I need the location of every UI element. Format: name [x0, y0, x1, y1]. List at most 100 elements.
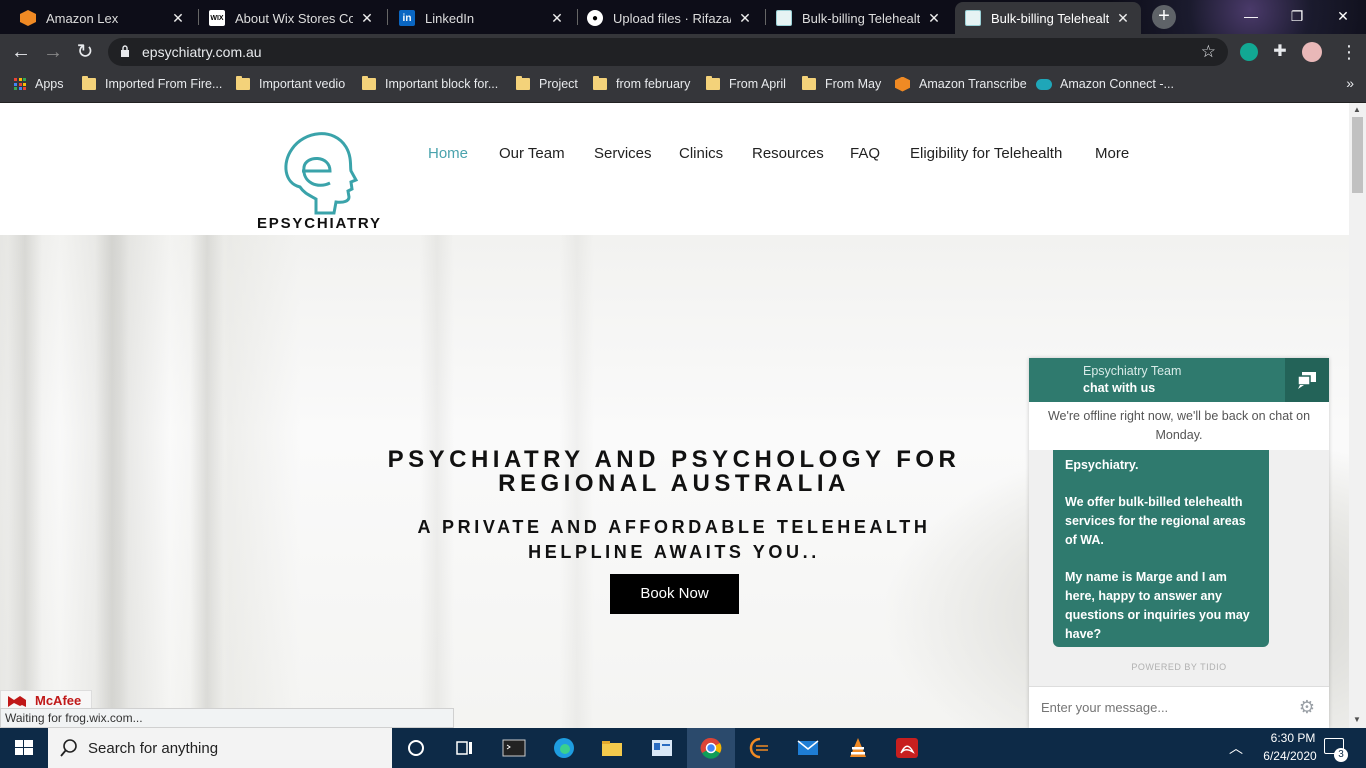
windows-taskbar: Search for anything ︿ 6:30 PM 6/24/2020 …: [0, 728, 1366, 768]
chevron-up-icon[interactable]: ︿: [1229, 738, 1243, 758]
tab-amazon-lex[interactable]: Amazon Lex ✕: [10, 2, 196, 34]
reload-button[interactable]: ↻: [72, 39, 98, 65]
nav-more[interactable]: More: [1095, 145, 1129, 162]
site-icon: [776, 10, 792, 26]
nav-home[interactable]: Home: [428, 145, 468, 162]
file-explorer-icon[interactable]: [600, 736, 624, 760]
extensions-puzzle-icon[interactable]: ✚: [1271, 43, 1289, 61]
close-icon[interactable]: ✕: [1115, 10, 1131, 27]
extension-m-icon[interactable]: [1240, 43, 1258, 61]
scroll-up-icon[interactable]: ▲: [1353, 105, 1361, 114]
nav-clinics[interactable]: Clinics: [679, 145, 723, 162]
start-button[interactable]: [0, 728, 48, 768]
nav-faq[interactable]: FAQ: [850, 145, 880, 162]
forward-button[interactable]: →: [40, 39, 66, 65]
bookmark-folder[interactable]: From May: [802, 70, 881, 98]
bookmark-folder[interactable]: From April: [706, 70, 786, 98]
address-bar[interactable]: epsychiatry.com.au ☆: [108, 38, 1228, 66]
chat-message-line: We offer bulk-billed telehealth services…: [1065, 495, 1246, 547]
curtain-fold: [8, 235, 42, 728]
cloud-icon: [1036, 78, 1052, 90]
bookmark-label: Important vedio: [259, 77, 346, 91]
linkedin-icon: in: [399, 10, 415, 26]
mcafee-shield-icon: [8, 696, 26, 707]
bookmark-label: Amazon Connect -...: [1060, 77, 1174, 91]
cortana-icon[interactable]: [404, 736, 428, 760]
bookmark-folder[interactable]: from february: [593, 70, 690, 98]
clock-date[interactable]: 6/24/2020: [1254, 749, 1326, 763]
mail-icon[interactable]: [796, 736, 820, 760]
gear-icon[interactable]: ⚙: [1299, 697, 1315, 718]
page-scrollbar[interactable]: ▲ ▼: [1349, 103, 1366, 728]
close-icon[interactable]: ✕: [926, 10, 942, 27]
more-bookmarks-icon[interactable]: »: [1346, 75, 1354, 91]
curtain-fold: [190, 235, 224, 728]
close-icon[interactable]: ✕: [549, 10, 565, 27]
bookmark-apps[interactable]: Apps: [14, 70, 64, 98]
folder-icon: [82, 76, 96, 90]
hero-subtitle-line: HELPLINE AWAITS YOU..: [528, 542, 820, 562]
search-icon: [60, 739, 77, 757]
chrome-icon[interactable]: [699, 736, 723, 760]
nav-resources[interactable]: Resources: [752, 145, 824, 162]
bookmark-amazon-transcribe[interactable]: Amazon Transcribe: [895, 70, 1027, 98]
nav-eligibility[interactable]: Eligibility for Telehealth: [910, 145, 1062, 162]
hero-title-line: PSYCHIATRY AND PSYCHOLOGY FOR: [387, 446, 961, 473]
close-window-button[interactable]: ✕: [1320, 0, 1366, 32]
tab-label: Bulk-billing Telehealth: [802, 10, 920, 26]
minimize-button[interactable]: —: [1228, 0, 1274, 32]
bookmark-folder[interactable]: Important block for...: [362, 70, 498, 98]
bookmark-star-icon[interactable]: ☆: [1201, 42, 1216, 62]
chat-message-input[interactable]: [1041, 695, 1281, 719]
bookmark-folder[interactable]: Project: [516, 70, 578, 98]
bookmark-label: From May: [825, 77, 882, 91]
github-icon: ●: [587, 10, 603, 26]
nav-services[interactable]: Services: [594, 145, 652, 162]
logo-text[interactable]: EPSYCHIATRY: [257, 215, 382, 232]
tab-label: About Wix Stores Coup: [235, 10, 353, 26]
bookmark-amazon-connect[interactable]: Amazon Connect -...: [1036, 70, 1174, 98]
tab-linkedin[interactable]: in LinkedIn ✕: [389, 2, 575, 34]
edge-icon[interactable]: [552, 736, 576, 760]
new-tab-button[interactable]: +: [1152, 5, 1176, 29]
bookmark-label: From April: [729, 77, 786, 91]
nav-our-team[interactable]: Our Team: [499, 145, 565, 162]
tab-bulk-billing-1[interactable]: Bulk-billing Telehealth ✕: [766, 2, 952, 34]
bookmark-folder[interactable]: Imported From Fire...: [82, 70, 222, 98]
search-placeholder: Search for anything: [88, 740, 219, 757]
taskbar-search[interactable]: Search for anything: [48, 728, 392, 768]
tab-label: LinkedIn: [425, 10, 475, 26]
tab-wix[interactable]: WIX About Wix Stores Coup ✕: [199, 2, 385, 34]
close-icon[interactable]: ✕: [170, 10, 186, 27]
close-icon[interactable]: ✕: [359, 10, 375, 27]
scroll-thumb[interactable]: [1352, 117, 1363, 193]
close-icon[interactable]: ✕: [737, 10, 753, 27]
powered-by-tidio[interactable]: POWERED BY TIDIO: [1029, 662, 1329, 672]
vlc-icon[interactable]: [846, 736, 870, 760]
bookmark-folder[interactable]: Important vedio: [236, 70, 345, 98]
browser-toolbar: ← → ↻ epsychiatry.com.au ☆ ✚ ⋮: [0, 34, 1366, 70]
chat-header[interactable]: Epsychiatry Team chat with us: [1029, 358, 1329, 402]
acrobat-icon[interactable]: [895, 736, 919, 760]
id-card-icon[interactable]: [650, 736, 674, 760]
menu-dots-icon[interactable]: ⋮: [1336, 39, 1362, 65]
clock-time[interactable]: 6:30 PM: [1260, 731, 1326, 745]
restore-button[interactable]: ❐: [1274, 0, 1320, 32]
book-now-button[interactable]: Book Now: [610, 574, 739, 614]
wix-icon: WIX: [209, 10, 225, 26]
chat-toggle-button[interactable]: [1285, 358, 1329, 402]
tab-bulk-billing-2[interactable]: Bulk-billing Telehealth ✕: [955, 2, 1141, 34]
eclipse-icon[interactable]: [748, 736, 772, 760]
url-text: epsychiatry.com.au: [142, 44, 262, 60]
scroll-down-icon[interactable]: ▼: [1353, 715, 1361, 724]
bookmarks-bar: Apps Imported From Fire... Important ved…: [0, 70, 1366, 103]
terminal-icon[interactable]: [502, 736, 526, 760]
hero-subtitle-line: A PRIVATE AND AFFORDABLE TELEHEALTH: [417, 517, 931, 537]
back-button[interactable]: ←: [8, 39, 34, 65]
mcafee-badge[interactable]: McAfee: [0, 690, 92, 710]
bookmark-label: Project: [539, 77, 578, 91]
amazon-icon: [20, 10, 36, 26]
task-view-icon[interactable]: [452, 736, 476, 760]
profile-avatar[interactable]: [1302, 42, 1322, 62]
tab-github[interactable]: ● Upload files · Rifaza/Ep ✕: [577, 2, 763, 34]
